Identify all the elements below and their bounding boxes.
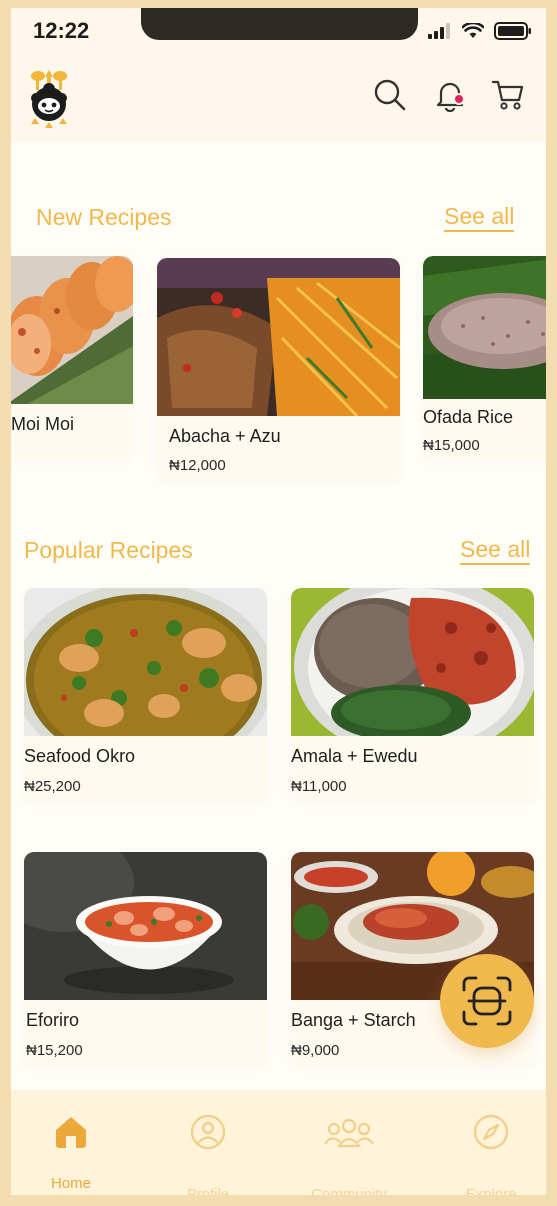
recipe-price: ₦11,000 [291, 778, 347, 795]
popular-recipes-see-all-link[interactable]: See all [460, 537, 531, 566]
app-frame: 12:22 New Recipes See all Moi Moi Abacha… [11, 8, 546, 1195]
device-notch [141, 8, 418, 40]
recipe-card-moi-moi[interactable]: Moi Moi [11, 256, 133, 459]
recipe-card-amala-ewedu[interactable]: Amala + Ewedu ₦11,000 [291, 588, 534, 801]
recipe-price: ₦12,000 [169, 457, 226, 474]
recipe-name: Eforiro [26, 1010, 80, 1030]
recipe-name: Abacha + Azu [169, 426, 281, 446]
wifi-icon [462, 23, 484, 38]
home-icon [56, 1117, 86, 1148]
community-icon [324, 1118, 374, 1148]
recipe-name: Amala + Ewedu [291, 746, 418, 766]
nav-label: Home [50, 1175, 91, 1192]
nav-label: Community [311, 1186, 387, 1195]
recipe-price: ₦15,200 [26, 1042, 83, 1059]
cart-icon[interactable] [491, 78, 525, 112]
recipe-name: Ofada Rice [423, 407, 514, 427]
signal-icon [428, 23, 450, 39]
search-icon[interactable] [373, 78, 407, 112]
recipe-name: Seafood Okro [24, 746, 136, 766]
recipe-name: Moi Moi [11, 414, 75, 434]
nav-community[interactable]: Community [294, 1090, 404, 1195]
nav-explore[interactable]: Explore [436, 1090, 546, 1195]
recipe-card-abacha-azu[interactable]: Abacha + Azu ₦12,000 [157, 258, 400, 480]
bottom-nav: Home Profile Community Explore [11, 1090, 546, 1195]
scan-icon [462, 976, 512, 1026]
compass-icon [473, 1114, 509, 1150]
popular-recipes-title: Popular Recipes [24, 537, 193, 563]
recipe-photo [423, 256, 546, 399]
nav-label: Explore [465, 1186, 517, 1195]
new-recipes-see-all-link[interactable]: See all [444, 204, 515, 233]
profile-icon [190, 1114, 226, 1150]
recipe-photo [11, 256, 133, 404]
recipe-photo [24, 588, 267, 736]
chef-logo-icon[interactable] [25, 68, 73, 132]
nav-profile[interactable]: Profile [153, 1090, 263, 1195]
notification-badge [453, 93, 465, 105]
new-recipes-title: New Recipes [36, 204, 172, 230]
status-bar: 12:22 [11, 8, 546, 56]
recipe-name: Banga + Starch [291, 1010, 416, 1030]
nav-label: Profile [186, 1186, 230, 1195]
recipe-price: ₦15,000 [423, 437, 480, 454]
battery-icon [494, 22, 531, 40]
app-header [11, 56, 546, 142]
recipe-price: ₦9,000 [291, 1042, 340, 1059]
scan-button[interactable] [440, 954, 534, 1048]
recipe-card-seafood-okro[interactable]: Seafood Okro ₦25,200 [24, 588, 267, 801]
status-icons [428, 22, 532, 40]
status-time: 12:22 [33, 18, 90, 43]
recipe-photo [157, 258, 400, 416]
recipe-photo [24, 852, 267, 1000]
recipe-price: ₦25,200 [24, 778, 81, 795]
recipe-photo [291, 588, 534, 736]
nav-home[interactable]: Home [16, 1090, 126, 1195]
recipe-card-eforiro[interactable]: Eforiro ₦15,200 [24, 852, 267, 1065]
recipe-card-ofada-rice[interactable]: Ofada Rice ₦15,000 [423, 256, 546, 459]
